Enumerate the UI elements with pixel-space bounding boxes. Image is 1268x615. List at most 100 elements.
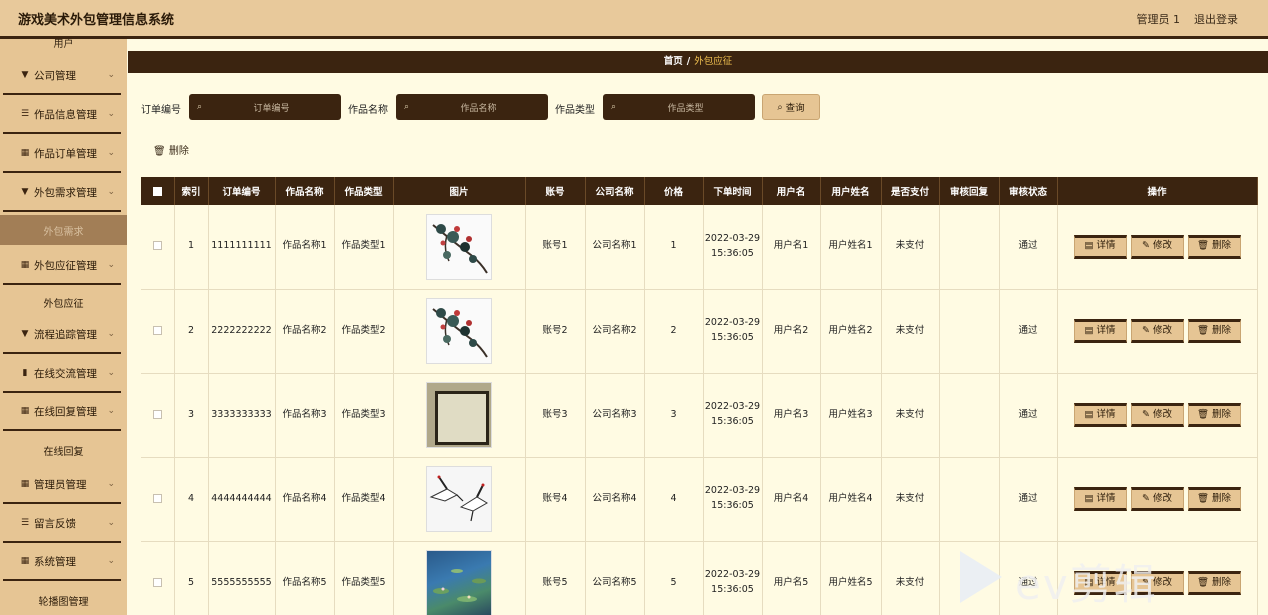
breadcrumb-home[interactable]: 首页 [664,56,683,67]
pencil-icon: ✎ [1142,492,1153,504]
table-row: 5 5555555555 作品名称5 作品类型5 账号5 公司名称5 5 2022-03-29… [141,541,1258,615]
detail-button[interactable]: ▤ 详情 [1073,487,1127,511]
row-checkbox[interactable] [141,541,175,615]
row-checkbox[interactable] [141,205,175,290]
cell-account: 账号1 [525,205,586,290]
work-name-label: 作品名称 [348,105,388,116]
table-header-row: 索引 订单编号 作品名称 作品类型 图片 账号 公司名称 价格 下单时间 用户名… [141,177,1258,205]
cell-order: 3333333333 [208,373,276,458]
select-all-checkbox[interactable] [141,177,175,205]
work-type-label: 作品类型 [555,105,595,116]
pencil-icon: ✎ [1142,240,1153,252]
work-thumbnail[interactable] [426,382,492,448]
chevron-down-icon: ⌄ [107,148,115,158]
work-image-cell [393,289,526,374]
logout-link[interactable]: 退出登录 [1194,11,1238,27]
work-thumbnail[interactable] [426,298,492,364]
cell-paid: 未支付 [881,541,940,615]
edit-button[interactable]: ✎ 修改 [1130,403,1184,427]
sidebar-item-works-order[interactable]: ▦ 作品订单管理 ⌄ [0,135,127,173]
sidebar-item-admin[interactable]: ▦ 管理员管理 ⌄ [0,466,127,504]
chevron-down-icon: ⌄ [107,518,115,528]
cell-order: 2222222222 [208,289,276,374]
cell-reply [939,373,1000,458]
sidebar-item-company[interactable]: ▼ 公司管理 ⌄ [0,57,127,95]
cell-realname: 用户姓名2 [820,289,882,374]
sidebar-item-works-info[interactable]: ☰ 作品信息管理 ⌄ [0,96,127,134]
work-thumbnail[interactable] [426,550,492,615]
order-no-input[interactable]: ⌕ 订单编号 [189,94,341,120]
sidebar-item-system[interactable]: ▦ 系统管理 ⌄ [0,543,127,581]
search-icon: ⌕ [777,101,786,113]
work-name-input[interactable]: ⌕ 作品名称 [396,94,548,120]
column-header: 账号 [525,177,586,205]
row-checkbox[interactable] [141,457,175,542]
tag-icon: ▼ [21,329,29,339]
cell-realname: 用户姓名3 [820,373,882,458]
delete-button[interactable]: 🗑 删除 [1187,571,1241,595]
edit-button[interactable]: ✎ 修改 [1130,319,1184,343]
sidebar-item-process-tracking[interactable]: ▼ 流程追踪管理 ⌄ [0,316,127,354]
document-icon: ▤ [1084,240,1097,252]
row-checkbox[interactable] [141,289,175,374]
app-title: 游戏美术外包管理信息系统 [18,13,175,28]
sidebar-item-outsource-demand[interactable]: ▼ 外包需求管理 ⌄ [0,174,127,212]
sidebar-item-feedback[interactable]: ☰ 留言反馈 ⌄ [0,505,127,543]
delete-button[interactable]: 🗑 删除 [1187,403,1241,427]
cell-type: 作品类型5 [334,541,394,615]
cell-status: 通过 [999,373,1058,458]
column-header: 用户姓名 [820,177,882,205]
delete-button[interactable]: 🗑 删除 [1187,234,1241,259]
work-type-input[interactable]: ⌕ 作品类型 [603,94,755,120]
sidebar-item-online-chat[interactable]: ▮ 在线交流管理 ⌄ [0,355,127,393]
work-image-cell [393,205,526,290]
detail-button[interactable]: ▤ 详情 [1073,571,1127,595]
cell-idx: 3 [174,373,209,458]
cell-account: 账号3 [525,373,586,458]
sidebar-sub-outsource-demand[interactable]: 外包需求 [0,215,127,245]
table-row: 4 4444444444 作品名称4 作品类型4 账号4 公司名称4 4 2022-03-29… [141,457,1258,542]
order-no-label: 订单编号 [141,105,181,116]
cell-name: 作品名称4 [275,457,335,542]
cell-order: 1111111111 [208,205,276,290]
cell-company: 公司名称3 [585,373,645,458]
cell-paid: 未支付 [881,457,940,542]
tag-icon: ▼ [21,187,29,197]
delete-button[interactable]: 🗑 删除 [1187,487,1241,511]
row-checkbox[interactable] [141,373,175,458]
chevron-down-icon: ⌄ [107,329,115,339]
cell-time: 2022-03-29 15:36:05 [703,205,763,290]
delete-button[interactable]: 🗑 删除 [1187,319,1241,343]
work-thumbnail[interactable] [426,213,492,280]
detail-button[interactable]: ▤ 详情 [1073,403,1127,427]
document-icon: ▤ [1084,492,1097,504]
edit-button[interactable]: ✎ 修改 [1130,487,1184,511]
detail-button[interactable]: ▤ 详情 [1073,319,1127,343]
top-divider [0,36,1268,39]
table-row: 1 1111111111 作品名称1 作品类型1 账号1 公司名称1 1 2022-03-29… [141,205,1258,290]
pencil-icon: ✎ [1142,408,1153,420]
cell-price: 2 [644,289,704,374]
cell-username: 用户名5 [762,541,821,615]
sidebar-sub-online-reply[interactable]: 在线回复 [0,435,127,465]
grid-icon: ▦ [20,148,30,158]
batch-delete-button[interactable]: 🗑 删除 [153,142,189,157]
work-thumbnail[interactable] [426,466,492,532]
sidebar-item-outsource-apply[interactable]: ▦ 外包应征管理 ⌄ [0,247,127,285]
apps-icon: ▦ [20,479,30,489]
cell-username: 用户名4 [762,457,821,542]
cell-realname: 用户姓名5 [820,541,882,615]
edit-button[interactable]: ✎ 修改 [1130,234,1184,259]
query-button[interactable]: ⌕ 查询 [762,94,820,120]
sidebar-sub-outsource-apply[interactable]: 外包应征 [0,287,127,317]
bar-chart-icon: ▮ [22,368,28,378]
trash-icon: 🗑 [1196,492,1213,504]
sidebar-sub-user[interactable]: 用户 [0,39,127,51]
cell-name: 作品名称2 [275,289,335,374]
detail-button[interactable]: ▤ 详情 [1073,234,1127,259]
edit-button[interactable]: ✎ 修改 [1130,571,1184,595]
sidebar-item-online-reply[interactable]: ▦ 在线回复管理 ⌄ [0,393,127,431]
sidebar-sub-carousel[interactable]: 轮播图管理 [0,585,127,615]
cell-time: 2022-03-29 15:36:05 [703,541,763,615]
column-header: 索引 [174,177,209,205]
